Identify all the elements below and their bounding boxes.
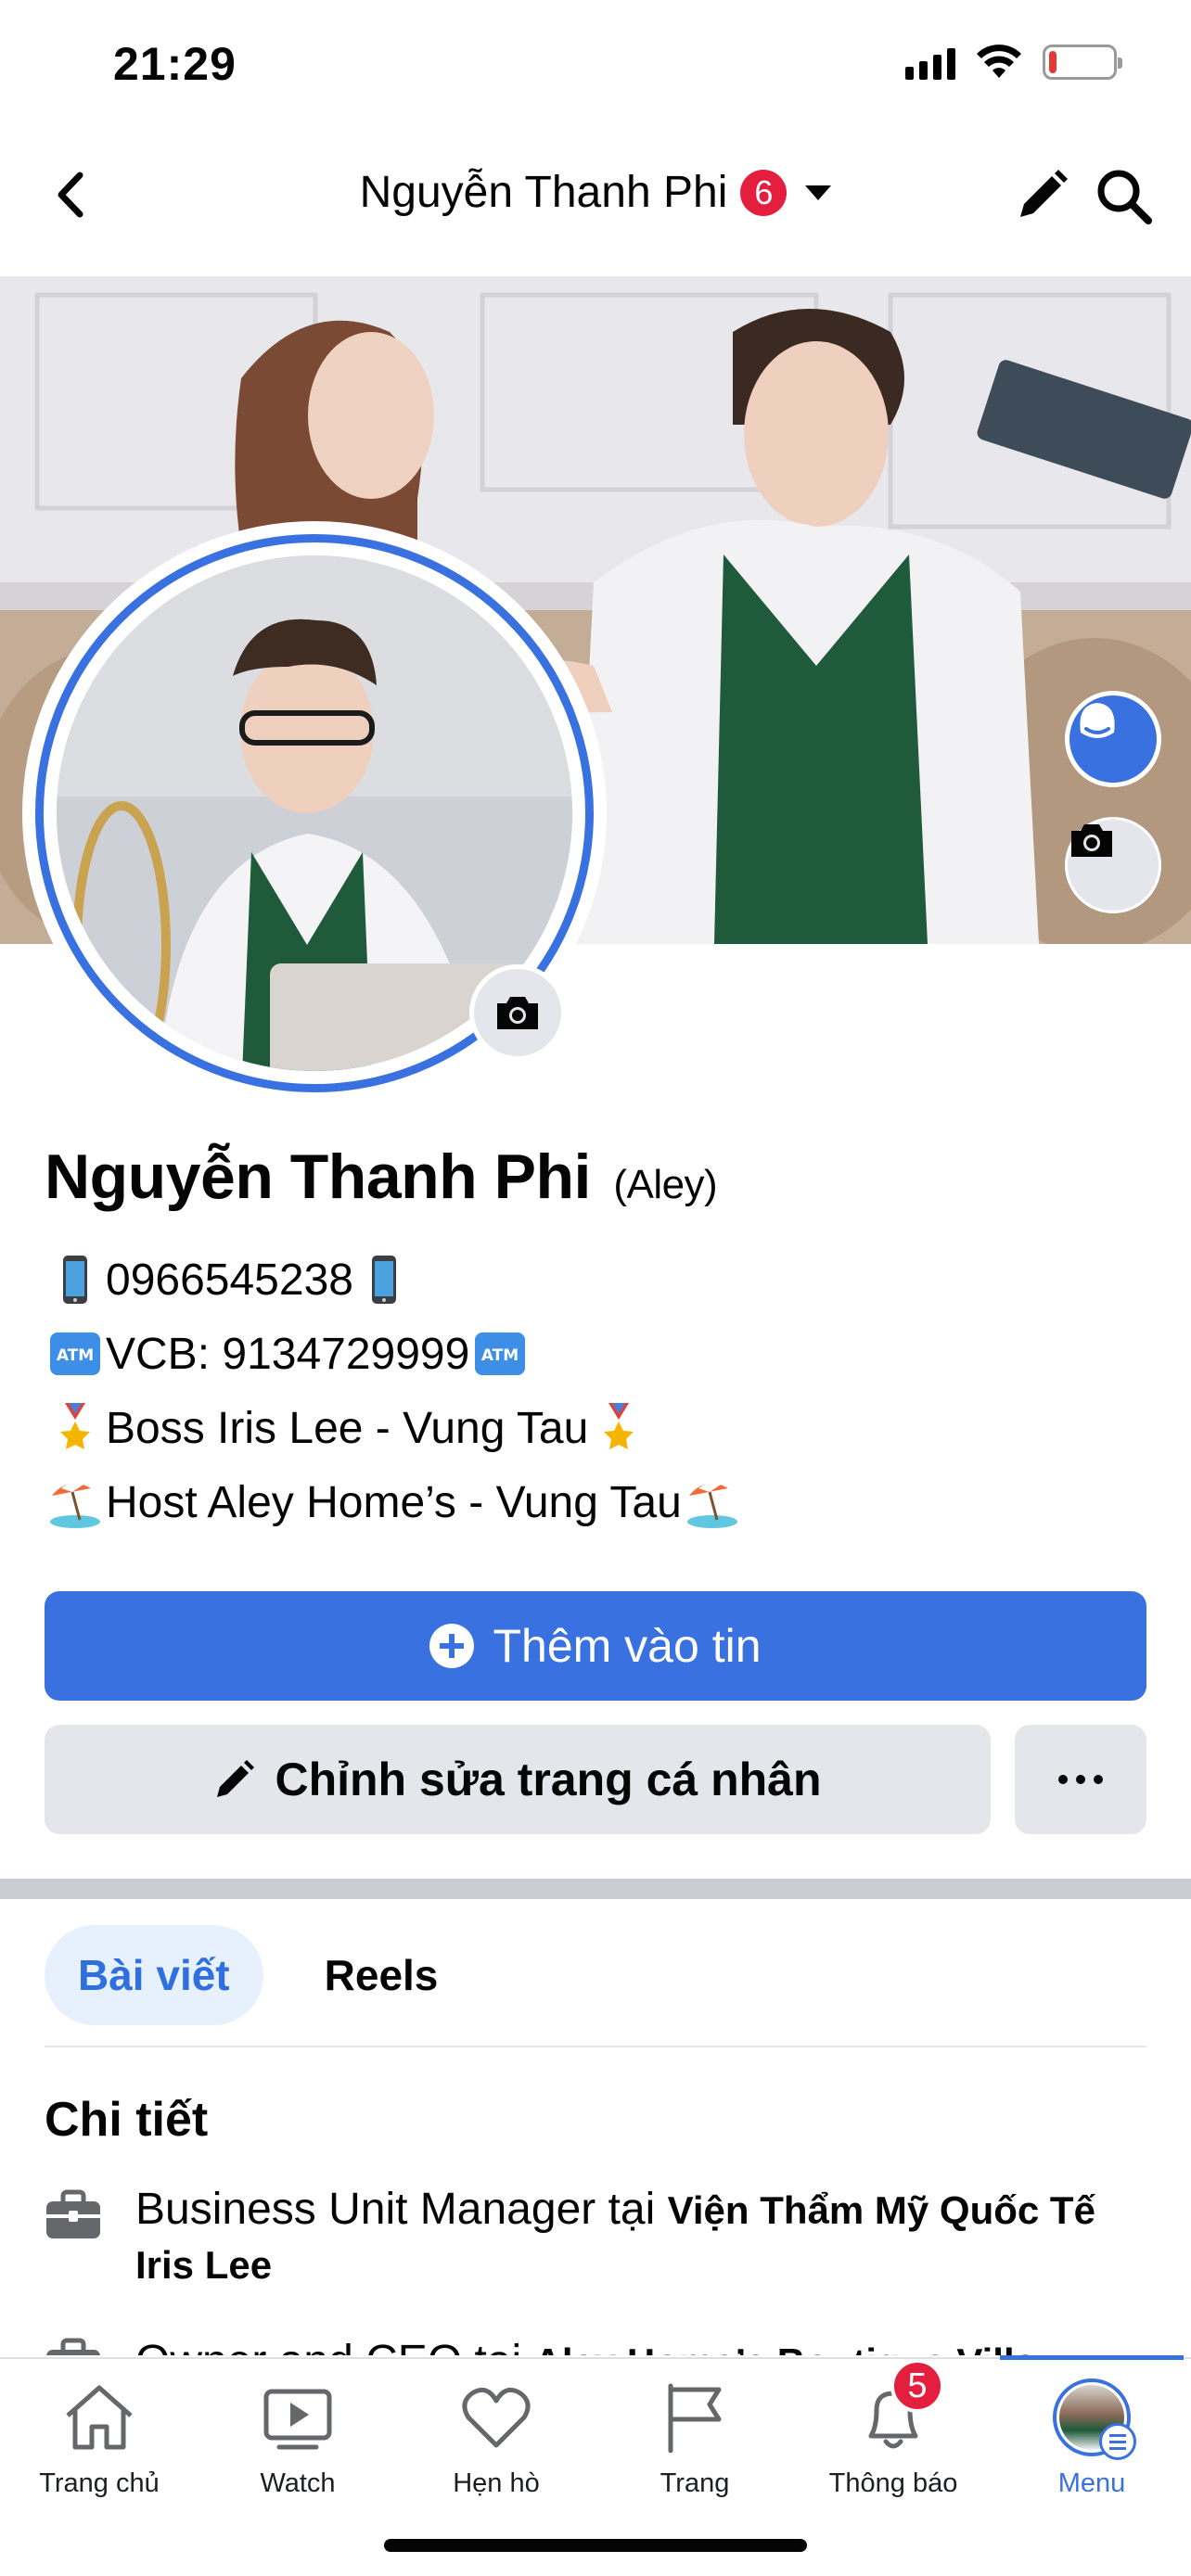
bio-host-text: Host Aley Home’s - Vung Tau [106, 1477, 682, 1527]
section-divider [0, 1879, 1191, 1899]
profile-tabs: Bài viết Reels [45, 1925, 471, 2025]
tab-home[interactable]: Trang chủ [0, 2376, 198, 2499]
avatar-frame-button[interactable] [1065, 691, 1161, 787]
status-icons [905, 45, 1122, 80]
wifi-icon [977, 45, 1021, 78]
bio-line-bank: ATM VCB: 9134729999 ATM [45, 1317, 743, 1391]
bio-bank-text: VCB: 9134729999 [106, 1329, 470, 1379]
tab-notifications-label: Thông báo [828, 2468, 958, 2498]
beach-umbrella-icon [685, 1475, 739, 1529]
pencil-icon [217, 1760, 255, 1797]
cellular-signal-icon [905, 45, 955, 80]
nav-badge: 6 [740, 169, 788, 216]
edit-button[interactable] [1011, 167, 1070, 226]
detail-item-work[interactable]: Business Unit Manager tại Viện Thẩm Mỹ Q… [45, 2183, 1158, 2292]
watch-play-icon [263, 2389, 332, 2450]
heart-icon [462, 2387, 531, 2448]
profile-name-text: Nguyễn Thanh Phi [45, 1141, 591, 1212]
tab-watch-label: Watch [260, 2468, 336, 2498]
edit-profile-label: Chỉnh sửa trang cá nhân [275, 1753, 822, 1805]
svg-text:ATM: ATM [481, 1346, 519, 1365]
status-time: 21:29 [113, 38, 237, 90]
detail-work-text-2: Owner and CEO tại Aley Home’s Boutique V… [135, 2335, 1036, 2355]
edit-profile-button[interactable]: Chỉnh sửa trang cá nhân [45, 1725, 991, 1834]
tab-reels[interactable]: Reels [291, 1925, 472, 2025]
flag-icon [668, 2383, 722, 2453]
caret-down-icon [805, 185, 832, 200]
active-tab-indicator [1000, 2355, 1184, 2360]
camera-icon [497, 997, 538, 1029]
briefcase-icon [46, 2189, 100, 2238]
tab-dating[interactable]: Hẹn hò [397, 2376, 596, 2499]
notification-badge: 5 [890, 2359, 944, 2413]
top-nav-bar: Nguyễn Thanh Phi 6 [0, 130, 1191, 274]
military-medal-icon [592, 1401, 646, 1455]
bio: 0966545238 ATM VCB: 9134729999 ATM Boss … [45, 1243, 743, 1539]
details-title: Chi tiết [45, 2093, 209, 2147]
search-icon [1097, 170, 1152, 224]
search-button[interactable] [1095, 167, 1154, 226]
detail-item-work-2[interactable]: Owner and CEO tại Aley Home’s Boutique V… [45, 2326, 1158, 2355]
home-icon [66, 2385, 133, 2450]
tab-menu[interactable]: Menu [992, 2376, 1191, 2499]
tab-pages[interactable]: Trang [596, 2376, 794, 2499]
menu-avatar-icon [1053, 2378, 1136, 2460]
bio-boss-text: Boss Iris Lee - Vung Tau [106, 1403, 589, 1453]
add-to-story-label: Thêm vào tin [493, 1620, 762, 1672]
tab-posts[interactable]: Bài viết [45, 1925, 263, 2025]
bio-phone-text: 0966545238 [106, 1255, 353, 1305]
tabs-divider [45, 2046, 1146, 2047]
battery-level [1049, 51, 1057, 73]
tab-home-label: Trang chủ [39, 2468, 160, 2498]
tab-notifications[interactable]: 5 Thông báo [794, 2359, 992, 2499]
nav-title: Nguyễn Thanh Phi [359, 168, 728, 217]
tab-watch[interactable]: Watch [198, 2376, 397, 2499]
svg-text:ATM: ATM [57, 1346, 94, 1365]
plus-circle-icon [429, 1624, 475, 1668]
mobile-phone-icon [48, 1253, 102, 1307]
detail-work-text: Business Unit Manager tại Viện Thẩm Mỹ Q… [135, 2185, 1095, 2287]
briefcase-icon [46, 2338, 100, 2355]
avatar-face-icon [1080, 703, 1115, 738]
camera-icon [1071, 824, 1112, 857]
beach-umbrella-icon [48, 1475, 102, 1529]
profile-camera-button[interactable] [469, 964, 566, 1061]
cover-camera-button[interactable] [1065, 817, 1161, 913]
tab-dating-label: Hẹn hò [453, 2468, 540, 2498]
status-bar: 21:29 [0, 0, 1191, 130]
bio-line-phone: 0966545238 [45, 1243, 743, 1317]
atm-sign-icon: ATM [48, 1327, 102, 1381]
battery-icon [1043, 45, 1122, 80]
add-to-story-button[interactable]: Thêm vào tin [45, 1591, 1146, 1701]
pencil-icon [1020, 170, 1068, 217]
profile-alias: (Aley) [613, 1162, 718, 1207]
bio-line-boss: Boss Iris Lee - Vung Tau [45, 1391, 743, 1465]
mobile-phone-icon [357, 1253, 411, 1307]
military-medal-icon [48, 1401, 102, 1455]
more-dots-icon [1058, 1775, 1068, 1784]
more-options-button[interactable] [1015, 1725, 1146, 1834]
atm-sign-icon: ATM [473, 1327, 527, 1381]
hamburger-icon [1099, 2423, 1136, 2460]
home-indicator[interactable] [384, 2539, 807, 2552]
tab-pages-label: Trang [660, 2468, 730, 2498]
tab-menu-label: Menu [1057, 2468, 1126, 2498]
profile-name: Nguyễn Thanh Phi (Aley) [45, 1141, 718, 1213]
bio-line-host: Host Aley Home’s - Vung Tau [45, 1465, 743, 1539]
